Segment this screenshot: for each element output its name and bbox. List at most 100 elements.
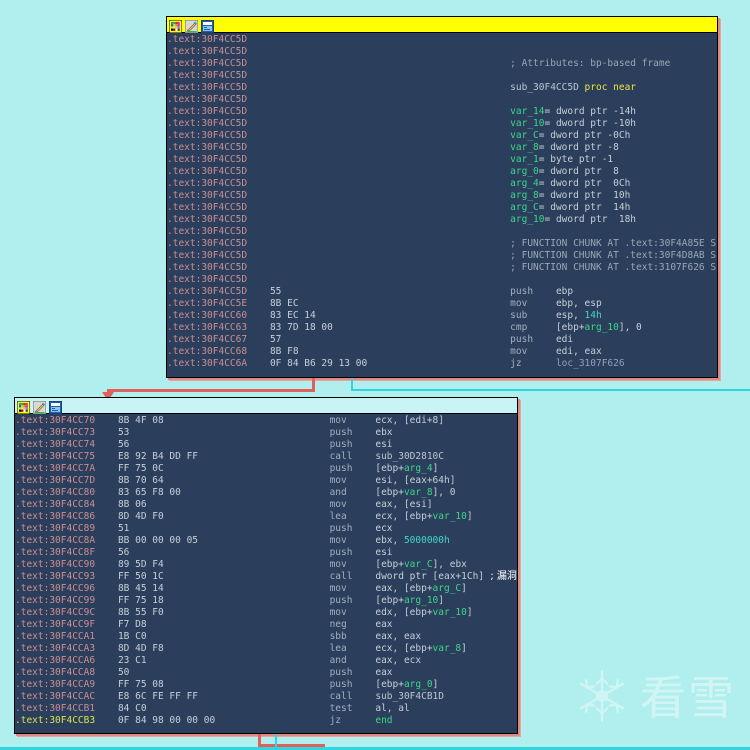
- code-line[interactable]: .text:30F4CC5D var_14= dword ptr -14h: [167, 106, 717, 118]
- code-line[interactable]: .text:30F4CC96 8B 45 14 mov eax, [ebp+ar…: [15, 583, 517, 595]
- code-line[interactable]: .text:30F4CCA3 8D 4D F8 lea ecx, [ebp+va…: [15, 643, 517, 655]
- stack-var-name: var_14: [384, 106, 545, 117]
- code-line[interactable]: .text:30F4CCA1 1B C0 sbb eax, eax: [15, 631, 517, 643]
- panel-top-code-listing[interactable]: .text:30F4CC5D .text:30F4CC5D .text:30F4…: [167, 34, 717, 377]
- color-palette-icon[interactable]: [16, 399, 31, 415]
- code-line[interactable]: .text:30F4CC89 51 push ecx: [15, 523, 517, 535]
- line-address: .text:30F4CC5D: [167, 46, 270, 57]
- line-mnemonic: push: [232, 439, 376, 450]
- panel-bottom-code-listing[interactable]: .text:30F4CC70 8B 4F 08 mov ecx, [edi+8]…: [15, 415, 517, 733]
- code-line[interactable]: .text:30F4CC8F 56 push esi: [15, 547, 517, 559]
- line-bytes: [270, 142, 384, 153]
- code-line[interactable]: .text:30F4CC5D: [167, 226, 717, 238]
- line-call-target[interactable]: sub_30F4CB1D: [375, 691, 444, 702]
- disassembly-panel-top[interactable]: .text:30F4CC5D .text:30F4CC5D .text:30F4…: [166, 16, 718, 378]
- code-line[interactable]: .text:30F4CC5D var_10= dword ptr -10h: [167, 118, 717, 130]
- code-line[interactable]: .text:30F4CC5D: [167, 94, 717, 106]
- code-line[interactable]: .text:30F4CC9F F7 D8 neg eax: [15, 619, 517, 631]
- pencil-icon[interactable]: [32, 399, 47, 415]
- code-line[interactable]: .text:30F4CC5D arg_10= dword ptr 18h: [167, 214, 717, 226]
- window-icon[interactable]: [200, 18, 215, 34]
- stack-var-name: var_1: [384, 154, 539, 165]
- code-line[interactable]: .text:30F4CC75 E8 92 B4 DD FF call sub_3…: [15, 451, 517, 463]
- code-line[interactable]: .text:30F4CC80 83 65 F8 00 and [ebp+var_…: [15, 487, 517, 499]
- line-operands: eax, eax: [375, 631, 422, 642]
- line-address: .text:30F4CC68: [167, 346, 270, 357]
- code-line[interactable]: .text:30F4CC5D ; Attributes: bp-based fr…: [167, 58, 717, 70]
- code-line[interactable]: .text:30F4CCAC E8 6C FE FF FF call sub_3…: [15, 691, 517, 703]
- code-line[interactable]: .text:30F4CC93 FF 50 1C call dword ptr […: [15, 571, 517, 583]
- code-line[interactable]: .text:30F4CC8A BB 00 00 00 05 mov ebx, 5…: [15, 535, 517, 547]
- code-line[interactable]: .text:30F4CC7D 8B 70 64 mov esi, [eax+64…: [15, 475, 517, 487]
- panel-top-titlebar[interactable]: [167, 17, 717, 34]
- code-line[interactable]: .text:30F4CCB1 84 C0 test al, al: [15, 703, 517, 715]
- code-line[interactable]: .text:30F4CCA8 50 push eax: [15, 667, 517, 679]
- line-bytes: 50: [117, 667, 233, 678]
- pencil-icon[interactable]: [184, 18, 199, 34]
- panel-top-toolbar[interactable]: [168, 18, 215, 34]
- stack-var-decl: = dword ptr -10h: [544, 118, 637, 129]
- code-line[interactable]: .text:30F4CC68 8B F8 mov edi, eax: [167, 346, 717, 358]
- code-line[interactable]: .text:30F4CCA6 23 C1 and eax, ecx: [15, 655, 517, 667]
- line-branch-target[interactable]: loc_3107F626: [556, 358, 625, 369]
- window-icon[interactable]: [48, 399, 63, 415]
- line-mnemonic: jz: [232, 715, 376, 726]
- code-line[interactable]: .text:30F4CC5D: [167, 70, 717, 82]
- code-line[interactable]: .text:30F4CC5D var_8= dword ptr -8: [167, 142, 717, 154]
- code-line[interactable]: .text:30F4CC5D ; FUNCTION CHUNK AT .text…: [167, 238, 717, 250]
- line-mnemonic: mov: [384, 298, 556, 309]
- line-address: .text:30F4CC5D: [167, 286, 270, 297]
- code-line[interactable]: .text:30F4CC5D var_1= byte ptr -1: [167, 154, 717, 166]
- disassembly-panel-bottom[interactable]: .text:30F4CC70 8B 4F 08 mov ecx, [edi+8]…: [14, 397, 518, 734]
- code-line[interactable]: .text:30F4CC86 8D 4D F0 lea ecx, [ebp+va…: [15, 511, 517, 523]
- panel-bottom-titlebar[interactable]: [15, 398, 517, 415]
- code-line[interactable]: .text:30F4CC5D arg_4= dword ptr 0Ch: [167, 178, 717, 190]
- line-mnemonic: cmp: [384, 322, 556, 333]
- line-address: .text:30F4CC5D: [167, 202, 270, 213]
- code-line[interactable]: .text:30F4CC5D sub_30F4CC5D proc near: [167, 82, 717, 94]
- code-line[interactable]: .text:30F4CC5D arg_8= dword ptr 10h: [167, 190, 717, 202]
- code-line[interactable]: .text:30F4CC84 8B 06 mov eax, [esi]: [15, 499, 517, 511]
- code-line[interactable]: .text:30F4CC5D 55 push ebp: [167, 286, 717, 298]
- color-palette-icon[interactable]: [168, 18, 183, 34]
- line-address: .text:30F4CC99: [15, 595, 118, 606]
- line-branch-target[interactable]: end: [375, 715, 392, 726]
- stack-var-name: var_10: [384, 118, 545, 129]
- code-line[interactable]: .text:30F4CC5D: [167, 46, 717, 58]
- code-line[interactable]: .text:30F4CC7A FF 75 0C push [ebp+arg_4]: [15, 463, 517, 475]
- line-operands: [ebp+: [375, 463, 404, 474]
- code-line[interactable]: .text:30F4CC5D arg_0= dword ptr 8: [167, 166, 717, 178]
- code-line[interactable]: .text:30F4CC5D ; FUNCTION CHUNK AT .text…: [167, 262, 717, 274]
- line-operands: [ebp+: [375, 559, 404, 570]
- code-line[interactable]: .text:30F4CC67 57 push edi: [167, 334, 717, 346]
- panel-bottom-toolbar[interactable]: [16, 399, 63, 415]
- line-bytes: 8B 4F 08: [117, 415, 233, 426]
- code-line[interactable]: .text:30F4CC5D var_C= dword ptr -0Ch: [167, 130, 717, 142]
- code-line[interactable]: .text:30F4CC5E 8B EC mov ebp, esp: [167, 298, 717, 310]
- code-line[interactable]: .text:30F4CC90 89 5D F4 mov [ebp+var_C],…: [15, 559, 517, 571]
- line-operands: ecx, [edi+8]: [375, 415, 444, 426]
- line-bytes: 84 C0: [117, 703, 233, 714]
- line-bytes: [270, 274, 384, 285]
- line-operands: eax, [ebp+: [375, 583, 433, 594]
- code-line[interactable]: .text:30F4CC74 56 push esi: [15, 439, 517, 451]
- line-operands-tail: ]: [466, 511, 473, 522]
- line-call-target[interactable]: sub_30D2810C: [375, 451, 444, 462]
- code-line[interactable]: .text:30F4CC5D: [167, 34, 717, 46]
- code-line[interactable]: .text:30F4CCB3 0F 84 98 00 00 00 jz end: [15, 715, 517, 727]
- line-address: .text:30F4CC5D: [167, 178, 270, 189]
- code-line[interactable]: .text:30F4CCA9 FF 75 08 push [ebp+arg_0]: [15, 679, 517, 691]
- code-line[interactable]: .text:30F4CC5D arg_C= dword ptr 14h: [167, 202, 717, 214]
- line-bytes: [270, 106, 384, 117]
- line-bytes: 55: [269, 286, 385, 297]
- code-line[interactable]: .text:30F4CC60 83 EC 14 sub esp, 14h: [167, 310, 717, 322]
- code-line[interactable]: .text:30F4CC9C 8B 55 F0 mov edx, [ebp+va…: [15, 607, 517, 619]
- code-line[interactable]: .text:30F4CC73 53 push ebx: [15, 427, 517, 439]
- code-line[interactable]: .text:30F4CC5D: [167, 274, 717, 286]
- code-line[interactable]: .text:30F4CC6A 0F 84 B6 29 13 00 jz loc_…: [167, 358, 717, 370]
- line-address: .text:30F4CC5D: [167, 166, 270, 177]
- code-line[interactable]: .text:30F4CC63 83 7D 18 00 cmp [ebp+arg_…: [167, 322, 717, 334]
- code-line[interactable]: .text:30F4CC99 FF 75 18 push [ebp+arg_10…: [15, 595, 517, 607]
- code-line[interactable]: .text:30F4CC5D ; FUNCTION CHUNK AT .text…: [167, 250, 717, 262]
- code-line[interactable]: .text:30F4CC70 8B 4F 08 mov ecx, [edi+8]: [15, 415, 517, 427]
